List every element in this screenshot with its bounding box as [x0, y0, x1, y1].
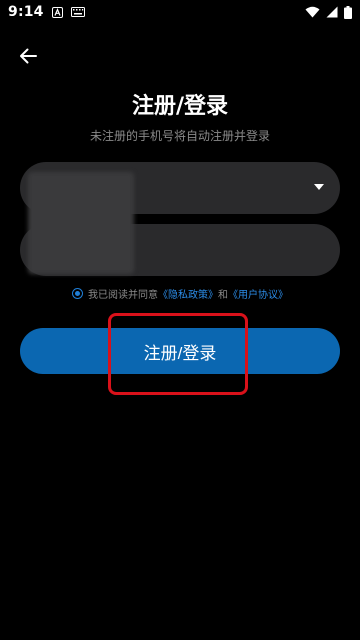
agreement-text: 我已阅读并同意《隐私政策》和《用户协议》	[88, 286, 288, 301]
user-agreement-link[interactable]: 《用户协议》	[228, 290, 288, 301]
status-right	[305, 5, 352, 19]
status-left: 9:14	[8, 4, 85, 20]
agreement-radio[interactable]	[72, 288, 83, 299]
agreement-row: 我已阅读并同意《隐私政策》和《用户协议》	[0, 286, 360, 301]
page-title: 注册/登录	[131, 94, 229, 119]
keyboard-icon	[70, 7, 85, 17]
status-time: 9:14	[8, 4, 44, 20]
agreement-and: 和	[218, 290, 228, 301]
back-button[interactable]	[14, 44, 42, 72]
page-subtitle: 未注册的手机号将自动注册并登录	[89, 129, 270, 143]
register-login-button[interactable]: 注册/登录	[20, 328, 340, 374]
signal-icon	[326, 6, 338, 18]
radio-dot	[75, 291, 80, 296]
battery-icon	[344, 5, 352, 19]
redacted-area	[28, 172, 134, 274]
status-bar: 9:14	[0, 0, 360, 24]
a-icon	[51, 6, 63, 18]
agreement-prefix: 我已阅读并同意	[88, 290, 158, 301]
privacy-policy-link[interactable]: 《隐私政策》	[158, 290, 218, 301]
caret-down-icon[interactable]	[314, 184, 324, 190]
wifi-icon	[305, 6, 320, 18]
arrow-left-icon	[18, 46, 38, 70]
